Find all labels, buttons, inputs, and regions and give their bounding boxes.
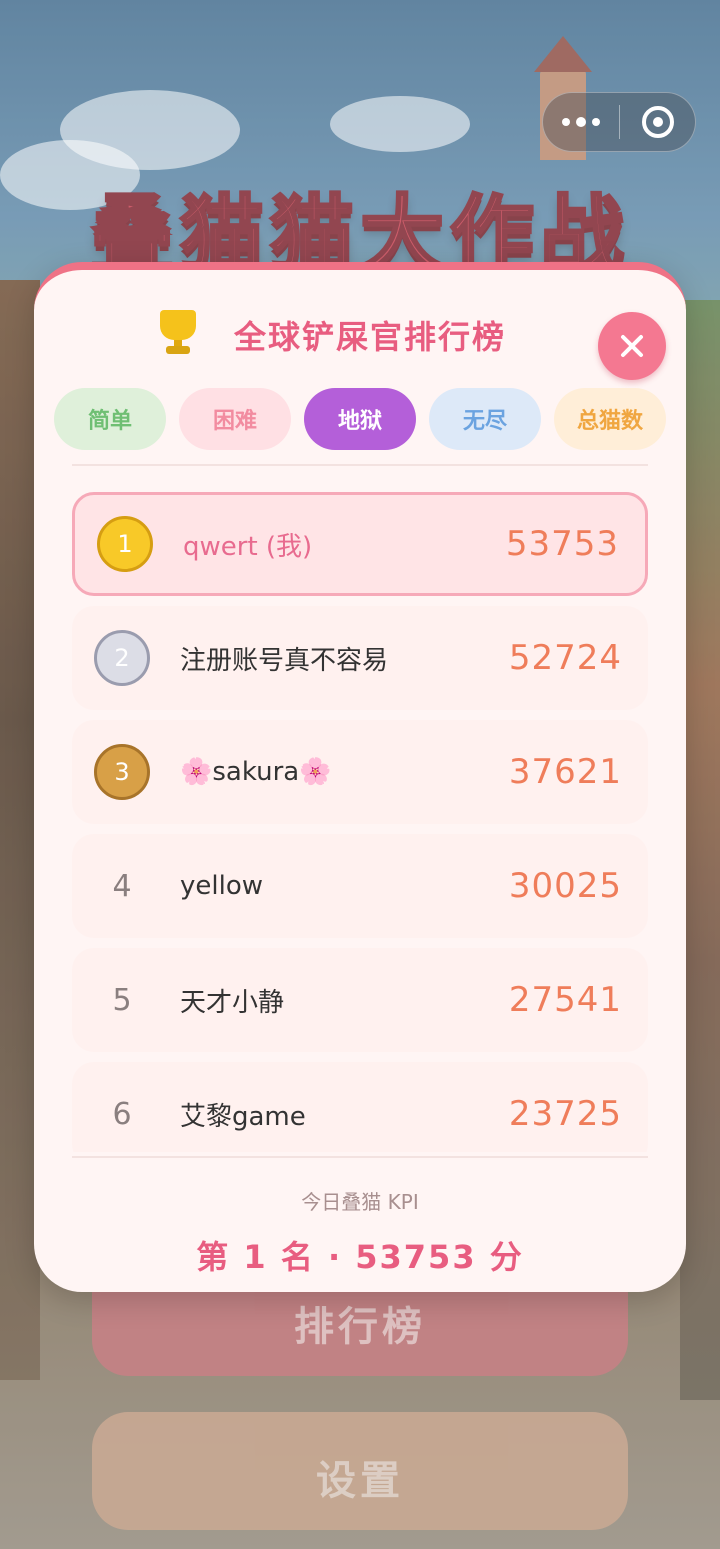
tab-easy[interactable]: 简单: [54, 388, 166, 450]
tab-total-cats[interactable]: 总猫数: [554, 388, 666, 450]
player-name: 天才小静: [180, 987, 285, 1018]
rank-cell: 3: [72, 720, 172, 824]
player-score: 27541: [508, 980, 622, 1020]
player-score: 30025: [508, 866, 622, 906]
divider: [72, 1156, 648, 1158]
player-name: 🌸sakura🌸: [180, 757, 332, 787]
difficulty-tabs: 简单 困难 地狱 无尽 总猫数: [54, 388, 666, 450]
leaderboard-row-me: 1 qwert (我) 53753: [72, 492, 648, 596]
rank-cell: 5: [72, 948, 172, 1052]
close-button[interactable]: [598, 312, 666, 380]
tab-endless[interactable]: 无尽: [429, 388, 541, 450]
leaderboard-modal: 全球铲屎官排行榜 简单 困难 地狱 无尽 总猫数 1 qwert (我) 537…: [34, 262, 686, 1292]
leaderboard-row: 4 yellow 30025: [72, 834, 648, 938]
leaderboard-list[interactable]: 1 qwert (我) 53753 2 注册账号真不容易 52724 3 🌸sa…: [72, 492, 648, 1152]
player-score: 53753: [505, 524, 619, 564]
silver-medal-icon: 2: [94, 630, 150, 686]
leaderboard-row: 2 注册账号真不容易 52724: [72, 606, 648, 710]
leaderboard-row: 6 艾黎game 23725: [72, 1062, 648, 1152]
rank-number: 5: [112, 982, 132, 1018]
leaderboard-row: 3 🌸sakura🌸 37621: [72, 720, 648, 824]
rank-number: 6: [112, 1096, 132, 1132]
modal-header: 全球铲屎官排行榜: [34, 300, 686, 380]
rank-cell: 1: [75, 495, 175, 593]
player-score: 37621: [508, 752, 622, 792]
player-name: 艾黎game: [180, 1101, 306, 1132]
bronze-medal-icon: 3: [94, 744, 150, 800]
kpi-label: 今日叠猫 KPI: [301, 1190, 419, 1214]
gold-medal-icon: 1: [97, 516, 153, 572]
rank-cell: 4: [72, 834, 172, 938]
player-name: qwert (我): [183, 531, 313, 562]
player-name: 注册账号真不容易: [180, 645, 389, 676]
rank-number: 4: [112, 868, 132, 904]
player-score: 23725: [508, 1094, 622, 1134]
rank-cell: 2: [72, 606, 172, 710]
modal-title: 全球铲屎官排行榜: [234, 318, 507, 356]
close-icon: [621, 335, 643, 357]
kpi-value: 第 1 名 · 53753 分: [196, 1238, 524, 1276]
rank-cell: 6: [72, 1062, 172, 1152]
tab-hell[interactable]: 地狱: [304, 388, 416, 450]
trophy-icon: [160, 310, 196, 354]
player-name: yellow: [180, 871, 264, 901]
player-score: 52724: [508, 638, 622, 678]
tab-hard[interactable]: 困难: [179, 388, 291, 450]
divider: [72, 464, 648, 466]
leaderboard-row: 5 天才小静 27541: [72, 948, 648, 1052]
